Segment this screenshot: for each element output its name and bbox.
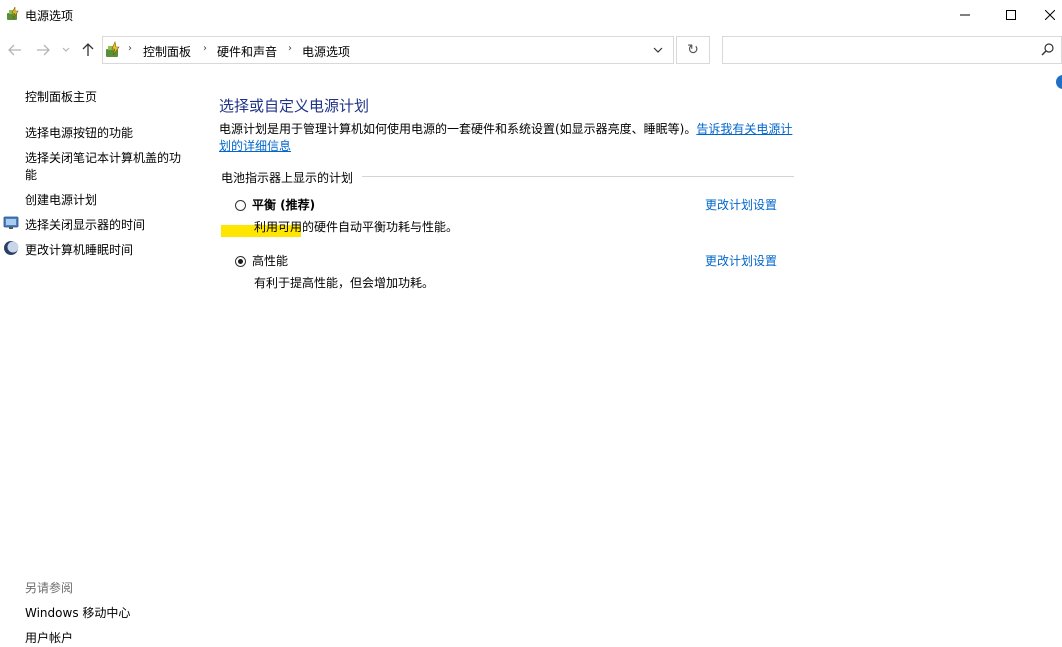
- close-button[interactable]: [1030, 0, 1062, 30]
- sidebar-item-sleep-time[interactable]: 更改计算机睡眠时间: [25, 241, 133, 258]
- minimize-button[interactable]: [942, 0, 988, 30]
- plans-group-label: 电池指示器上显示的计划: [221, 171, 354, 185]
- plan-description-balanced: 利用可用的硬件自动平衡功耗与性能。: [254, 220, 459, 234]
- arrow-up-icon: [82, 43, 94, 56]
- plan-name-high-performance[interactable]: 高性能: [252, 252, 288, 269]
- breadcrumb-separator: ›: [128, 43, 132, 54]
- power-options-icon: [7, 6, 19, 20]
- see-also-heading: 另请参阅: [25, 581, 74, 595]
- plan-description-high-performance: 有利于提高性能，但会增加功耗。: [254, 276, 435, 290]
- forward-button[interactable]: [34, 40, 52, 60]
- search-icon[interactable]: [1040, 42, 1056, 58]
- control-panel-icon: [106, 41, 120, 57]
- arrow-right-icon: [37, 44, 50, 56]
- plan-name-balanced[interactable]: 平衡 (推荐): [252, 196, 315, 213]
- sidebar-item-lid-close-line2[interactable]: 能: [25, 166, 37, 183]
- page-description: 电源计划是用于管理计算机如何使用电源的一套硬件和系统设置(如显示器亮度、睡眠等)…: [219, 121, 799, 155]
- refresh-icon: ↻: [687, 42, 699, 58]
- help-icon[interactable]: [1056, 75, 1062, 89]
- monitor-icon: [3, 216, 19, 229]
- page-title: 选择或自定义电源计划: [219, 97, 370, 115]
- sidebar-item-display-off[interactable]: 选择关闭显示器的时间: [25, 216, 145, 233]
- see-also-user-accounts[interactable]: 用户帐户: [25, 629, 73, 646]
- address-dropdown-button[interactable]: [650, 42, 666, 58]
- search-input[interactable]: [722, 36, 1062, 64]
- refresh-button[interactable]: ↻: [676, 36, 710, 64]
- radio-balanced[interactable]: [235, 200, 246, 211]
- title-bar: [0, 0, 1062, 30]
- moon-icon: [4, 241, 19, 255]
- up-button[interactable]: [79, 40, 97, 60]
- radio-selected-dot: [238, 259, 243, 264]
- close-icon: [1045, 10, 1055, 20]
- breadcrumb-control-panel[interactable]: 控制面板: [143, 43, 191, 60]
- change-plan-settings-balanced[interactable]: 更改计划设置: [705, 196, 777, 213]
- back-button[interactable]: [6, 40, 24, 60]
- minimize-icon: [960, 14, 970, 16]
- learn-more-link-line2[interactable]: 划的详细信息: [219, 139, 291, 153]
- chevron-down-icon: [653, 47, 663, 53]
- window-title: 电源选项: [25, 9, 74, 23]
- change-plan-settings-high-performance[interactable]: 更改计划设置: [705, 252, 777, 269]
- group-divider: [362, 176, 794, 177]
- description-text: 电源计划是用于管理计算机如何使用电源的一套硬件和系统设置(如显示器亮度、睡眠等)…: [219, 122, 697, 136]
- arrow-left-icon: [8, 44, 21, 56]
- maximize-button[interactable]: [988, 0, 1034, 30]
- sidebar-item-lid-close[interactable]: 选择关闭笔记本计算机盖的功: [25, 149, 181, 166]
- chevron-down-icon: [62, 47, 70, 52]
- sidebar-item-power-button[interactable]: 选择电源按钮的功能: [25, 124, 133, 141]
- sidebar-item-control-panel-home[interactable]: 控制面板主页: [25, 88, 97, 105]
- breadcrumb-power-options[interactable]: 电源选项: [302, 43, 350, 60]
- recent-locations-button[interactable]: [60, 40, 72, 60]
- breadcrumb-separator: ›: [203, 43, 207, 54]
- maximize-icon: [1006, 10, 1016, 20]
- learn-more-link[interactable]: 告诉我有关电源计: [696, 122, 792, 136]
- breadcrumb-separator: ›: [288, 43, 292, 54]
- sidebar-item-create-plan[interactable]: 创建电源计划: [25, 191, 97, 208]
- see-also-mobility-center[interactable]: Windows 移动中心: [25, 604, 130, 621]
- breadcrumb-hardware-sound[interactable]: 硬件和声音: [217, 43, 277, 60]
- radio-high-performance[interactable]: [235, 256, 246, 267]
